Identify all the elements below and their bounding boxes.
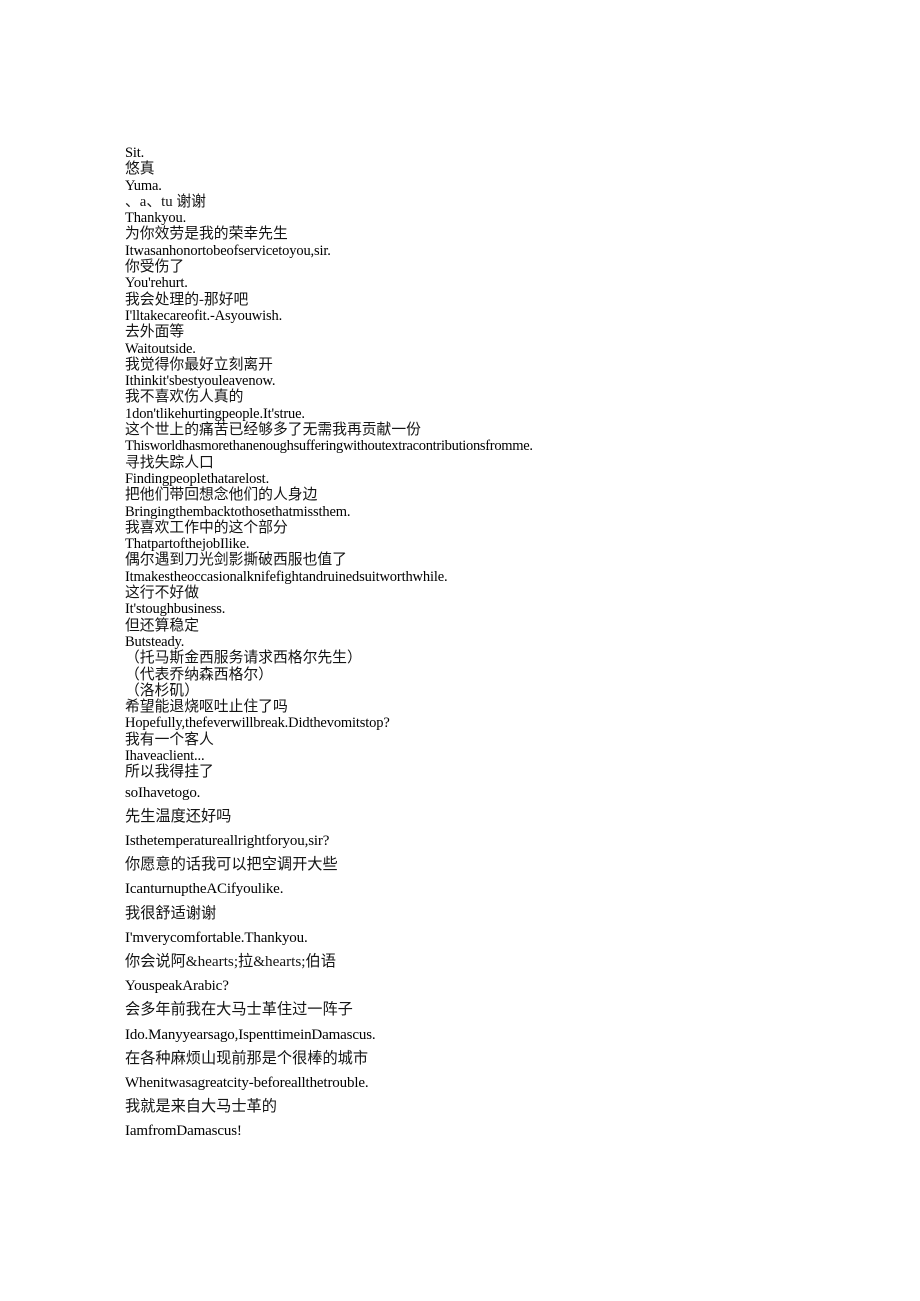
transcript-line: 、a、tu 谢谢: [125, 193, 206, 210]
transcript-line: 我有一个客人: [125, 731, 214, 748]
transcript-line: 先生温度还好吗: [125, 807, 232, 825]
transcript-line: Ihaveaclient...: [125, 747, 205, 764]
transcript-line: Ido.Manyyearsago,IspenttimeinDamascus.: [125, 1026, 376, 1043]
document-page: Sit. 悠真 Yuma. 、a、tu 谢谢 Thankyou. 为你效劳是我的荣幸先生 I…: [0, 0, 920, 1301]
transcript-line: （托马斯金西服务请求西格尔先生）: [125, 650, 362, 667]
transcript-line: （代表乔纳森西格尔）: [125, 666, 273, 683]
transcript-line: Ithinkit'sbestyouleavenow.: [125, 373, 276, 390]
transcript-line: 去外面等: [125, 324, 185, 341]
transcript-line: 你受伤了: [125, 259, 185, 276]
transcript-line: Itwasanhonortobeofservicetoyou,sir.: [125, 242, 331, 259]
transcript-line: 希望能退烧呕吐止住了吗: [125, 699, 288, 716]
transcript-line: 我不喜欢伤人真的: [125, 389, 244, 406]
transcript-line: 你愿意的话我可以把空调开大些: [125, 856, 338, 874]
transcript-text-block: Sit. 悠真 Yuma. 、a、tu 谢谢 Thankyou. 为你效劳是我的荣幸先生 I…: [125, 145, 865, 1144]
transcript-line: Thisworldhasmorethanenoughsufferingwitho…: [125, 438, 533, 455]
transcript-line: 你会说阿&hearts;拉&hearts;伯语: [125, 953, 336, 970]
transcript-line: Itmakestheoccasionalknifefightandruineds…: [125, 568, 448, 585]
transcript-line: 我很舒适谢谢: [125, 904, 217, 922]
transcript-line: IcanturnuptheACifyoulike.: [125, 881, 284, 898]
transcript-line: 在各种麻烦山现前那是个很棒的城市: [125, 1049, 368, 1067]
transcript-line: 这行不好做: [125, 585, 199, 602]
transcript-line: 我会处理的-那好吧: [125, 291, 249, 308]
transcript-line: 这个世上的痛苦已经够多了无需我再贡献一份: [125, 422, 421, 439]
transcript-line: 会多年前我在大马士革住过一阵子: [125, 1001, 353, 1019]
transcript-line: I'lltakecareofit.-Asyouwish.: [125, 307, 283, 324]
transcript-line: Whenitwasagreatcity-beforeallthetrouble.: [125, 1075, 369, 1092]
transcript-line: YouspeakArabic?: [125, 978, 229, 995]
transcript-line: 偶尔遇到刀光剑影撕破西服也值了: [125, 552, 347, 569]
transcript-line: Butsteady.: [125, 633, 185, 650]
transcript-line: It'stoughbusiness.: [125, 601, 226, 618]
transcript-line: Findingpeoplethatarelost.: [125, 470, 270, 487]
transcript-line: Hopefully,thefeverwillbreak.Didthevomits…: [125, 715, 390, 732]
transcript-line: ThatpartofthejobIlike.: [125, 536, 250, 553]
transcript-line: 把他们带回想念他们的人身边: [125, 487, 318, 504]
transcript-line: 我就是来自大马士革的: [125, 1098, 277, 1116]
transcript-line: Sit.: [125, 145, 145, 161]
transcript-line: 为你效劳是我的荣幸先生: [125, 226, 288, 243]
transcript-line: Yuma.: [125, 177, 162, 194]
transcript-line: 悠真: [125, 161, 155, 178]
transcript-line: Isthetemperatureallrightforyou,sir?: [125, 832, 330, 849]
transcript-line: Waitoutside.: [125, 340, 196, 357]
transcript-line: IamfromDamascus!: [125, 1123, 242, 1140]
transcript-line: 但还算稳定: [125, 617, 199, 634]
transcript-line: You'rehurt.: [125, 275, 188, 292]
transcript-line: 所以我得挂了: [125, 764, 214, 781]
transcript-line: （洛杉矶）: [125, 682, 199, 699]
transcript-line: Bringingthembacktothosethatmissthem.: [125, 503, 351, 520]
transcript-line: 我喜欢工作中的这个部分: [125, 519, 288, 536]
transcript-line: I'mverycomfortable.Thankyou.: [125, 929, 308, 946]
transcript-line: 寻找失踪人口: [125, 454, 214, 471]
transcript-line: 1don'tlikehurtingpeople.It'strue.: [125, 405, 305, 422]
transcript-line: soIhavetogo.: [125, 784, 201, 801]
transcript-line: 我觉得你最好立刻离开: [125, 356, 273, 373]
transcript-line: Thankyou.: [125, 210, 187, 227]
